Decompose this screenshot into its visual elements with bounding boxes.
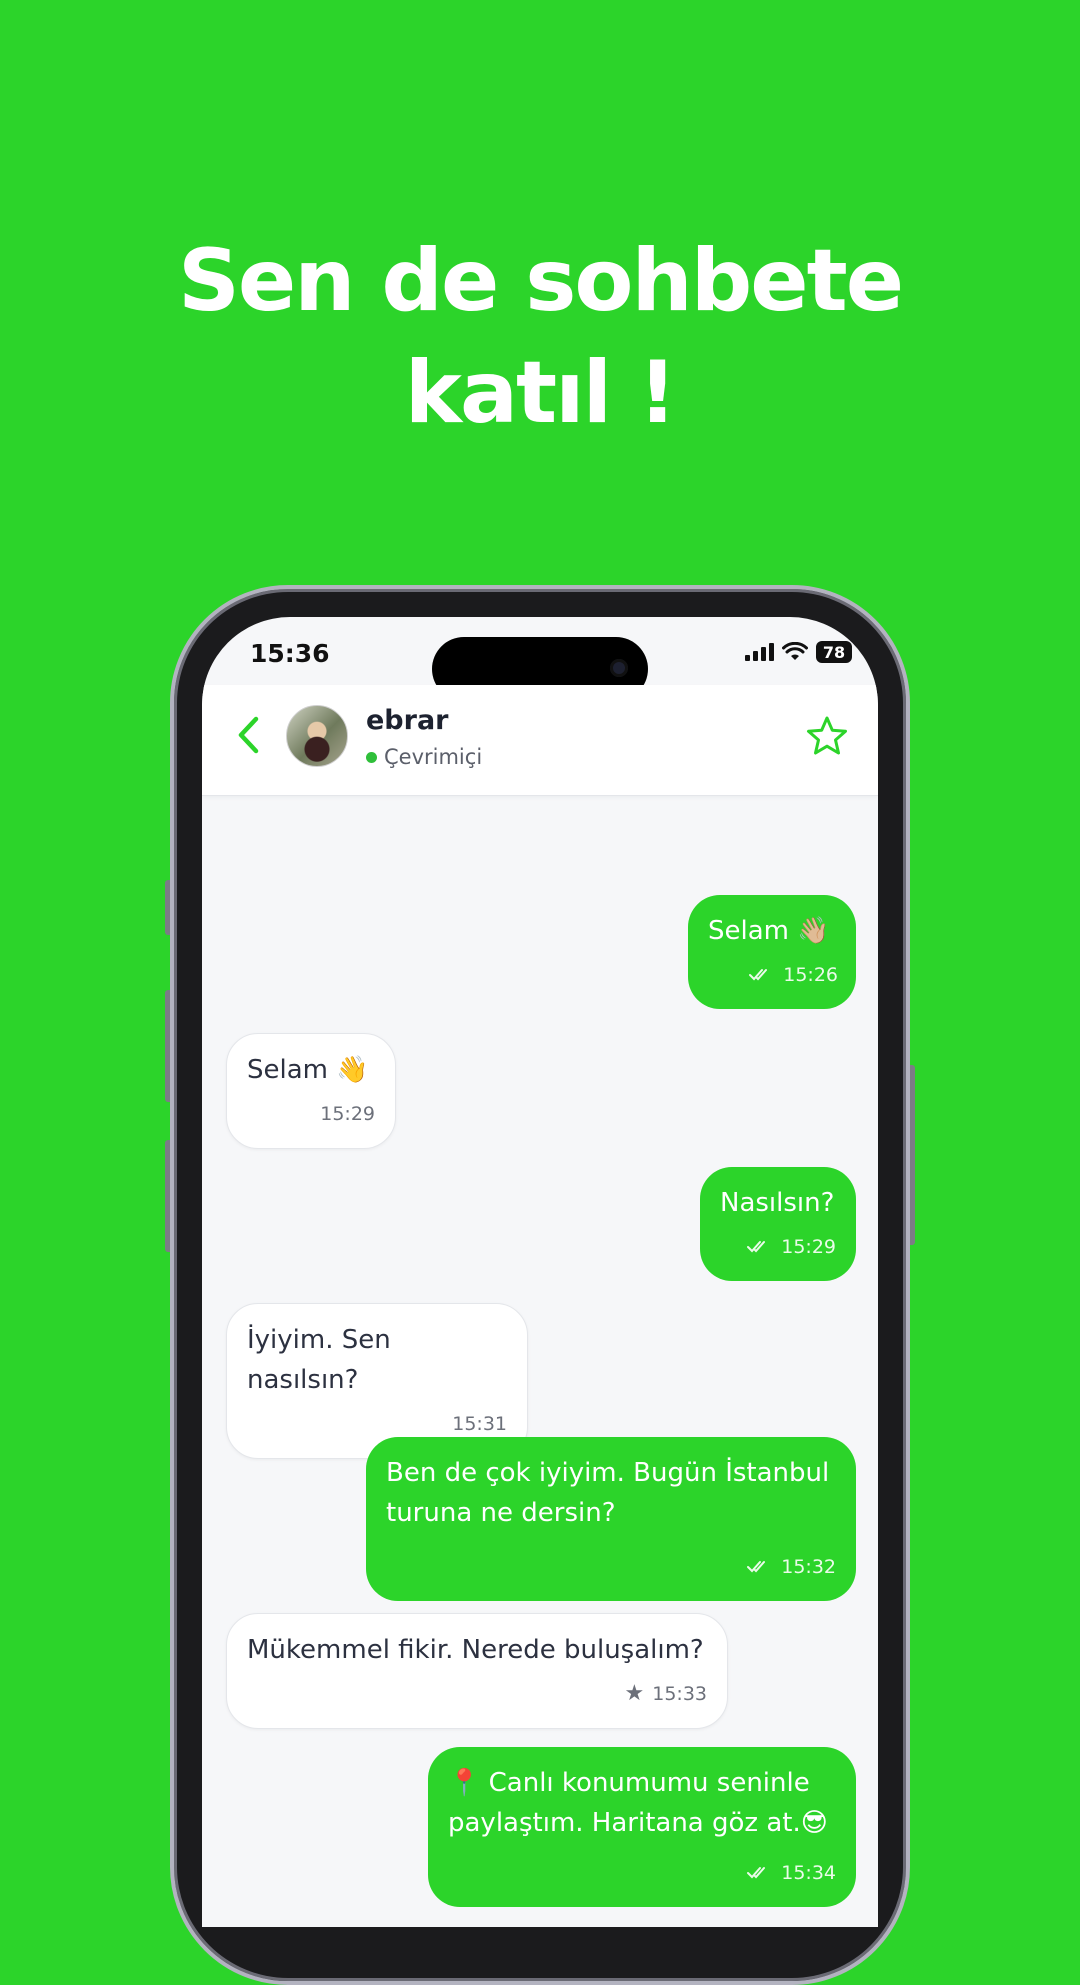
- message-time: 15:26: [783, 964, 838, 986]
- promo-headline-line-1: Sen de sohbete: [177, 231, 904, 331]
- message-meta: 15:29: [720, 1227, 836, 1267]
- front-camera: [610, 659, 628, 677]
- phone-screen: 15:36 78 ebrar Çevrimiçi Selam 👋🏼 15:26 …: [202, 617, 878, 1927]
- starred-icon: ★: [624, 1681, 645, 1706]
- message-meta: 15:32: [386, 1547, 836, 1587]
- wifi-icon: [782, 642, 808, 660]
- message-text: Ben de çok iyiyim. Bugün İstanbul turuna…: [386, 1458, 830, 1528]
- read-ticks-icon: [749, 969, 768, 981]
- message-meta: 15:26: [708, 955, 838, 995]
- message-time: 15:29: [781, 1236, 836, 1258]
- back-arrow-icon[interactable]: [232, 713, 266, 757]
- message-bubble-incoming[interactable]: İyiyim. Sen nasılsın? 15:31: [226, 1303, 528, 1459]
- read-ticks-icon: [747, 1867, 766, 1879]
- message-text: Selam 👋🏼: [708, 916, 830, 946]
- message-time: 15:32: [781, 1556, 836, 1578]
- cellular-signal-icon: [745, 643, 774, 661]
- message-time: 15:29: [320, 1103, 375, 1125]
- message-meta: ★ 15:33: [247, 1674, 708, 1714]
- status-bar-indicators: 78: [745, 641, 852, 663]
- promo-headline: Sen de sohbete katıl !: [0, 225, 1080, 449]
- message-bubble-incoming[interactable]: Selam 👋 15:29: [226, 1033, 396, 1149]
- battery-icon: 78: [816, 641, 852, 663]
- read-ticks-icon: [747, 1561, 766, 1573]
- message-bubble-outgoing[interactable]: Nasılsın? 15:29: [700, 1167, 856, 1281]
- presence-label: Çevrimiçi: [384, 745, 483, 769]
- chat-header: ebrar Çevrimiçi: [202, 685, 878, 796]
- message-list[interactable]: Selam 👋🏼 15:26 Selam 👋 15:29 Nasılsın? 1…: [202, 795, 878, 1927]
- message-text: İyiyim. Sen nasılsın?: [247, 1325, 391, 1395]
- message-bubble-outgoing[interactable]: Selam 👋🏼 15:26: [688, 895, 856, 1009]
- message-bubble-incoming[interactable]: Mükemmel fikir. Nerede buluşalım? ★ 15:3…: [226, 1613, 728, 1729]
- contact-name[interactable]: ebrar: [366, 705, 449, 736]
- message-meta: 15:34: [448, 1853, 836, 1893]
- message-time: 15:33: [652, 1683, 707, 1705]
- message-time: 15:34: [781, 1862, 836, 1884]
- message-text: 📍 Canlı konumumu seninle paylaştım. Hari…: [448, 1768, 828, 1838]
- read-ticks-icon: [747, 1241, 766, 1253]
- message-bubble-outgoing[interactable]: Ben de çok iyiyim. Bugün İstanbul turuna…: [366, 1437, 856, 1601]
- message-meta: 15:29: [247, 1094, 375, 1134]
- contact-avatar[interactable]: [286, 705, 348, 767]
- message-text: Selam 👋: [247, 1055, 369, 1085]
- message-text: Mükemmel fikir. Nerede buluşalım?: [247, 1635, 704, 1665]
- message-bubble-outgoing[interactable]: 📍 Canlı konumumu seninle paylaştım. Hari…: [428, 1747, 856, 1907]
- promo-headline-line-2: katıl !: [404, 343, 677, 443]
- online-dot-icon: [366, 751, 377, 763]
- message-text: Nasılsın?: [720, 1188, 835, 1218]
- presence-status: Çevrimiçi: [366, 745, 482, 769]
- star-icon[interactable]: [806, 715, 848, 757]
- status-bar-time: 15:36: [250, 639, 330, 668]
